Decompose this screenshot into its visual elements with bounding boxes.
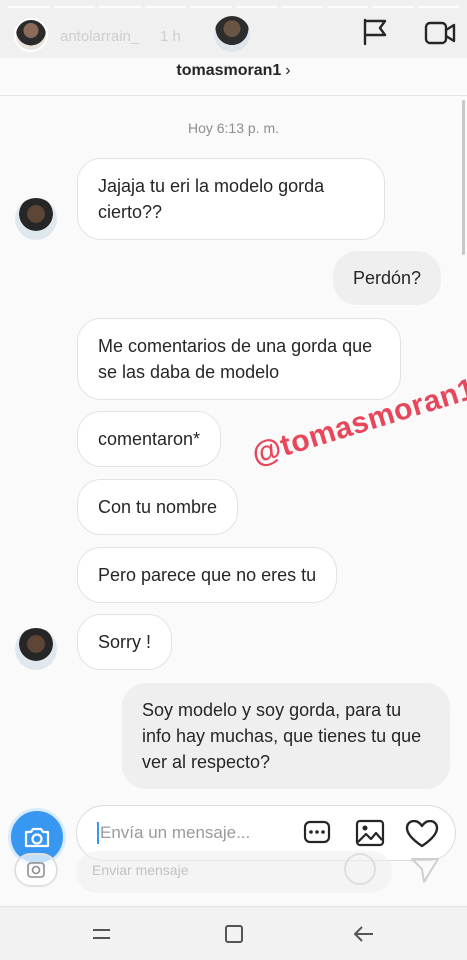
nav-recent-icon[interactable] [90,922,114,946]
message-bubble-incoming[interactable]: Me comentarios de una gorda que se las d… [77,318,401,400]
video-call-icon[interactable] [424,20,456,46]
camera-icon [27,862,45,878]
story-username[interactable]: antolarrain_ [60,28,139,45]
chat-title[interactable]: tomasmoran1 › [0,62,467,80]
story-camera-button[interactable] [14,853,58,887]
message-bubble-incoming[interactable]: comentaron* [77,411,222,467]
message-bubble-incoming[interactable]: Sorry ! [77,614,173,670]
nav-back-icon[interactable] [352,922,376,946]
nav-home-icon[interactable] [222,922,246,946]
message-bubble-outgoing[interactable]: Perdón? [333,251,442,305]
chat-header-avatar[interactable] [214,16,250,52]
chat-title-username: tomasmoran1 [176,62,282,79]
flag-icon[interactable] [362,18,388,46]
message-bubble-incoming[interactable]: Con tu nombre [77,479,239,535]
story-avatar[interactable] [14,18,48,52]
message-bubble-incoming[interactable]: Jajaja tu eri la modelo gorda cierto?? [77,158,385,240]
sender-avatar[interactable] [15,198,57,240]
message-bubble-incoming[interactable]: Pero parece que no eres tu [77,547,338,603]
story-progress-bar [8,6,459,8]
heart-icon[interactable] [405,820,439,848]
send-icon[interactable] [410,856,440,884]
message-bubble-outgoing[interactable]: Soy modelo y soy gorda, para tu info hay… [122,683,450,789]
dots-icon[interactable] [303,820,331,846]
story-time-ago: 1 h [160,28,181,45]
message-input-placeholder[interactable]: Envía un mensaje... [100,823,250,843]
message-timestamp: Hoy 6:13 p. m. [187,120,280,136]
chevron-right-icon: › [285,62,291,79]
gallery-icon[interactable] [355,819,385,847]
sender-avatar[interactable] [15,628,57,670]
text-cursor [97,822,99,844]
camera-icon [24,827,50,848]
story-reply-placeholder: Enviar mensaje [92,862,189,878]
smile-icon[interactable] [344,853,376,885]
